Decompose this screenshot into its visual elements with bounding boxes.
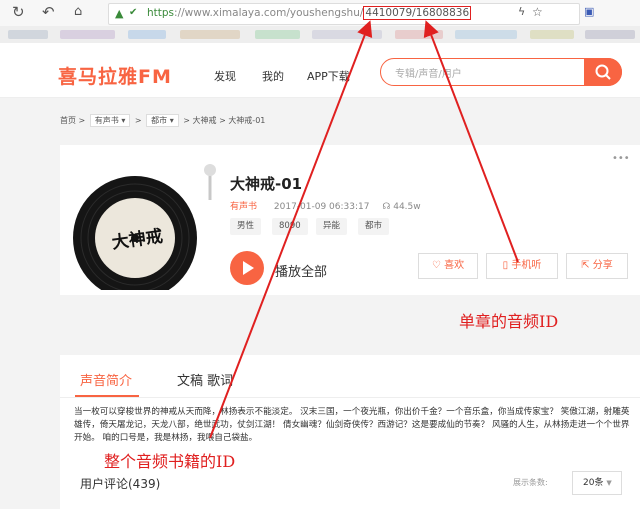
annotation-arrows — [209, 20, 519, 439]
album-id-arrow — [209, 20, 373, 439]
track-id-annotation: 单章的音频ID — [459, 312, 559, 331]
album-id-annotation: 整个音频书籍的ID — [104, 452, 236, 471]
track-id-arrow — [423, 20, 519, 263]
